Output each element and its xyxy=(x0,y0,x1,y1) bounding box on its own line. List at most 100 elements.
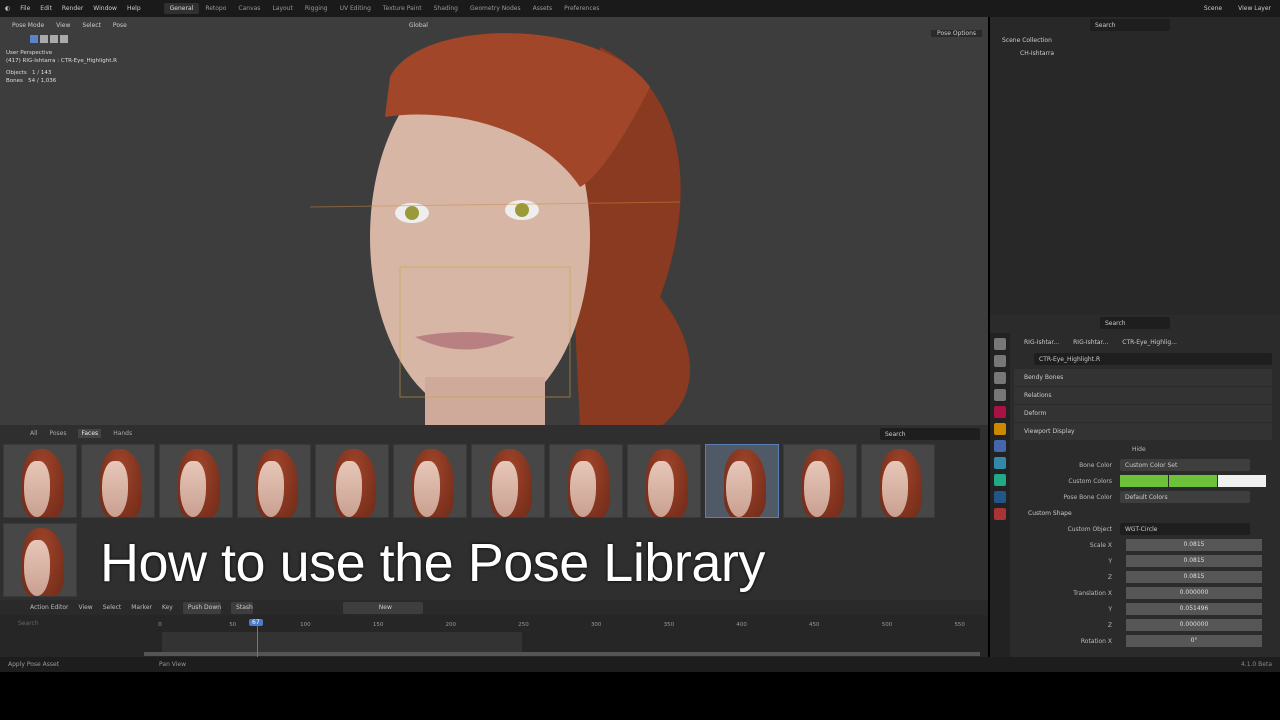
color-swatch-normal[interactable] xyxy=(1120,475,1168,487)
bone-constraint-tab-icon[interactable] xyxy=(994,491,1006,503)
outliner[interactable]: Search Scene Collection CH-Ishtarra xyxy=(990,17,1280,315)
section-bendy-bones[interactable]: Bendy Bones xyxy=(1014,369,1272,386)
pose-asset-thumbnail[interactable] xyxy=(471,444,545,518)
version-label: 4.1.0 Beta xyxy=(1240,661,1272,668)
asset-tab-all[interactable]: All xyxy=(30,430,37,437)
pose-asset-thumbnail[interactable] xyxy=(3,523,77,597)
workspace-tab-preferences[interactable]: Preferences xyxy=(558,3,605,14)
section-viewport-display[interactable]: Viewport Display xyxy=(1014,423,1272,440)
menu-marker[interactable]: Marker xyxy=(131,604,152,611)
asset-tab-faces[interactable]: Faces xyxy=(78,429,102,438)
field-value[interactable]: 0° xyxy=(1126,635,1262,647)
asset-tab-hands[interactable]: Hands xyxy=(113,430,132,437)
timeline-scrollbar[interactable] xyxy=(144,652,980,656)
section-deform[interactable]: Deform xyxy=(1014,405,1272,422)
scene-selector[interactable]: Scene xyxy=(1199,5,1227,12)
asset-search[interactable]: Search xyxy=(880,428,980,440)
menu-key[interactable]: Key xyxy=(162,604,173,611)
push-down-button[interactable]: Push Down xyxy=(182,601,222,614)
pose-asset-thumbnail[interactable] xyxy=(3,444,77,518)
timeline-search[interactable]: Search xyxy=(18,620,39,627)
transform-field-row: Translation X 0.000000 xyxy=(1014,585,1280,601)
field-value[interactable]: 0.0815 xyxy=(1126,539,1262,551)
face-shape xyxy=(180,461,206,517)
workspace-tab-canvas[interactable]: Canvas xyxy=(232,3,266,14)
blender-logo-icon[interactable]: ◐ xyxy=(0,5,15,12)
field-value[interactable]: 0.000000 xyxy=(1126,619,1262,631)
editor-mode-dropdown[interactable]: Action Editor xyxy=(30,604,68,611)
field-value[interactable]: 0.000000 xyxy=(1126,587,1262,599)
pose-asset-thumbnail[interactable] xyxy=(237,444,311,518)
breadcrumb-object: RIG-Ishtar... xyxy=(1024,338,1060,346)
field-value[interactable]: 0.051496 xyxy=(1126,603,1262,615)
custom-colors-label: Custom Colors xyxy=(1068,477,1112,485)
menu-view[interactable]: View xyxy=(78,604,92,611)
workspace-tab-rigging[interactable]: Rigging xyxy=(299,3,334,14)
object-tab-icon[interactable] xyxy=(994,423,1006,435)
render-tab-icon[interactable] xyxy=(994,355,1006,367)
pose-asset-thumbnail[interactable] xyxy=(783,444,857,518)
workspace-tab-general[interactable]: General xyxy=(163,3,200,14)
section-relations[interactable]: Relations xyxy=(1014,387,1272,404)
menu-select[interactable]: Select xyxy=(103,604,122,611)
menu-render[interactable]: Render xyxy=(57,5,88,12)
workspace-tab-uv-editing[interactable]: UV Editing xyxy=(334,3,377,14)
output-tab-icon[interactable] xyxy=(994,372,1006,384)
scene-tab-icon[interactable] xyxy=(994,406,1006,418)
bone-tab-icon[interactable] xyxy=(994,474,1006,486)
properties-search[interactable]: Search xyxy=(1100,317,1170,329)
field-value[interactable]: 0.0815 xyxy=(1126,571,1262,583)
menu-window[interactable]: Window xyxy=(88,5,122,12)
workspace-tab-texture-paint[interactable]: Texture Paint xyxy=(377,3,428,14)
pose-asset-thumbnail[interactable] xyxy=(159,444,233,518)
menu-file[interactable]: File xyxy=(15,5,35,12)
asset-catalog-tabs: All Poses Faces Hands xyxy=(0,425,988,442)
physics-tab-icon[interactable] xyxy=(994,457,1006,469)
workspace-tab-geometry-nodes[interactable]: Geometry Nodes xyxy=(464,3,527,14)
new-action-button[interactable]: New xyxy=(342,601,423,614)
view-layer-selector[interactable]: View Layer xyxy=(1233,5,1276,12)
3d-viewport[interactable]: Pose Mode View Select Pose Global Pose O… xyxy=(0,17,988,425)
color-swatch-active[interactable] xyxy=(1218,475,1266,487)
texture-tab-icon[interactable] xyxy=(994,508,1006,520)
face-shape xyxy=(570,461,596,517)
action-editor[interactable]: Action Editor View Select Marker Key Pus… xyxy=(0,600,988,657)
pose-asset-thumbnail[interactable] xyxy=(549,444,623,518)
properties-editor[interactable]: Search RIG-Ishtar... RIG-Ishtar... CTR-E… xyxy=(990,315,1280,663)
section-custom-shape[interactable]: Custom Shape xyxy=(1014,505,1280,521)
pose-asset-thumbnail[interactable] xyxy=(393,444,467,518)
custom-colors-swatches xyxy=(1120,475,1266,487)
field-value[interactable]: 0.0815 xyxy=(1126,555,1262,567)
menu-edit[interactable]: Edit xyxy=(35,5,57,12)
field-label: Rotation X xyxy=(1080,637,1112,645)
pose-asset-thumbnail[interactable] xyxy=(315,444,389,518)
outliner-item[interactable]: CH-Ishtarra xyxy=(990,48,1280,59)
asset-tab-poses[interactable]: Poses xyxy=(49,430,66,437)
bone-name-field[interactable]: CTR-Eye_Highlight.R xyxy=(1034,353,1272,365)
menu-help[interactable]: Help xyxy=(122,5,146,12)
frame-tick: 250 xyxy=(518,622,529,628)
hide-checkbox[interactable]: Hide xyxy=(1132,446,1146,453)
outliner-scene-collection[interactable]: Scene Collection xyxy=(990,33,1280,48)
view-layer-tab-icon[interactable] xyxy=(994,389,1006,401)
workspace-tab-layout[interactable]: Layout xyxy=(266,3,298,14)
pose-asset-thumbnail[interactable] xyxy=(705,444,779,518)
workspace-tab-retopo[interactable]: Retopo xyxy=(199,3,232,14)
pose-asset-thumbnail[interactable] xyxy=(627,444,701,518)
modifier-tab-icon[interactable] xyxy=(994,440,1006,452)
custom-object-field[interactable]: WGT-Circle xyxy=(1120,523,1250,535)
outliner-search[interactable]: Search xyxy=(1090,19,1170,31)
frame-tick: 100 xyxy=(300,622,311,628)
pose-asset-thumbnail[interactable] xyxy=(81,444,155,518)
workspace-tab-assets[interactable]: Assets xyxy=(527,3,559,14)
current-frame[interactable]: 67 xyxy=(249,619,263,626)
frame-tick: 550 xyxy=(954,622,965,628)
pose-bone-color-dropdown[interactable]: Default Colors xyxy=(1120,491,1250,503)
workspace-tab-shading[interactable]: Shading xyxy=(428,3,464,14)
bone-color-dropdown[interactable]: Custom Color Set xyxy=(1120,459,1250,471)
tool-tab-icon[interactable] xyxy=(994,338,1006,350)
field-label: Y xyxy=(1108,557,1112,565)
stash-button[interactable]: Stash xyxy=(231,601,253,614)
pose-asset-thumbnail[interactable] xyxy=(861,444,935,518)
color-swatch-select[interactable] xyxy=(1169,475,1217,487)
